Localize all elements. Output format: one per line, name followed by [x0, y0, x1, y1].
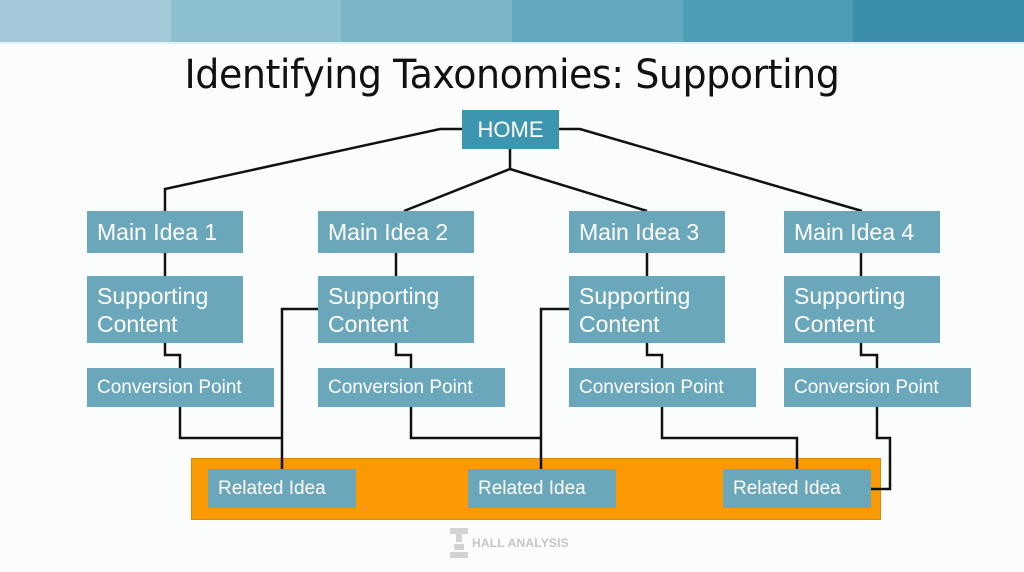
- related-idea-label: Related Idea: [733, 477, 841, 499]
- supporting-content-node[interactable]: Supporting Content: [318, 276, 474, 343]
- related-idea-node[interactable]: Related Idea: [208, 469, 356, 508]
- connector-conv2-related2: [409, 407, 541, 440]
- supporting-label-line2: Content: [794, 310, 875, 337]
- hall-analysis-logo: HALL ANALYSIS: [450, 528, 569, 558]
- main-idea-label: Main Idea 3: [579, 218, 700, 245]
- related-idea-label: Related Idea: [478, 477, 586, 499]
- supporting-content-node[interactable]: Supporting Content: [569, 276, 725, 343]
- connector-junction-main3: [509, 167, 648, 213]
- connector-supp4-conv4: [859, 343, 879, 368]
- conversion-point-label: Conversion Point: [97, 376, 242, 398]
- main-idea-node[interactable]: Main Idea 1: [87, 211, 243, 253]
- supporting-label-line2: Content: [97, 310, 178, 337]
- connector-supp2-related1: [280, 307, 318, 469]
- supporting-label-line2: Content: [579, 310, 660, 337]
- main-idea-node[interactable]: Main Idea 2: [318, 211, 474, 253]
- connector-home-main1: [163, 127, 462, 212]
- connector-supp3-related2: [539, 307, 569, 469]
- connector-junction-main2: [403, 167, 511, 213]
- supporting-label-line1: Supporting: [328, 282, 440, 309]
- supporting-content-node[interactable]: Supporting Content: [784, 276, 940, 343]
- conversion-point-node[interactable]: Conversion Point: [784, 368, 971, 407]
- home-node[interactable]: HOME: [462, 110, 559, 149]
- connector-conv1-related1: [178, 407, 282, 440]
- supporting-content-node[interactable]: Supporting Content: [87, 276, 243, 343]
- conversion-point-node[interactable]: Conversion Point: [318, 368, 505, 407]
- related-idea-node[interactable]: Related Idea: [723, 469, 871, 508]
- main-idea-label: Main Idea 1: [97, 218, 218, 245]
- main-idea-node[interactable]: Main Idea 4: [784, 211, 940, 253]
- related-idea-node[interactable]: Related Idea: [468, 469, 616, 508]
- main-idea-label: Main Idea 4: [794, 218, 915, 245]
- connector-conv4-related3: [871, 407, 892, 491]
- supporting-label-line1: Supporting: [97, 282, 209, 309]
- connector-conv3-related3: [660, 407, 799, 469]
- related-idea-label: Related Idea: [218, 477, 326, 499]
- main-idea-label: Main Idea 2: [328, 218, 449, 245]
- logo-mark-icon: [450, 528, 468, 558]
- connector-supp3-conv3: [645, 343, 664, 368]
- connector-supp1-conv1: [163, 343, 182, 368]
- conversion-point-label: Conversion Point: [328, 376, 473, 398]
- logo-text: HALL ANALYSIS: [472, 536, 569, 550]
- main-idea-node[interactable]: Main Idea 3: [569, 211, 725, 253]
- conversion-point-node[interactable]: Conversion Point: [569, 368, 756, 407]
- conversion-point-label: Conversion Point: [579, 376, 724, 398]
- supporting-label-line1: Supporting: [794, 282, 906, 309]
- connector-supp2-conv2: [394, 343, 413, 368]
- conversion-point-label: Conversion Point: [794, 376, 939, 398]
- supporting-label-line1: Supporting: [579, 282, 691, 309]
- conversion-point-node[interactable]: Conversion Point: [87, 368, 274, 407]
- supporting-label-line2: Content: [328, 310, 409, 337]
- home-label: HOME: [477, 116, 544, 142]
